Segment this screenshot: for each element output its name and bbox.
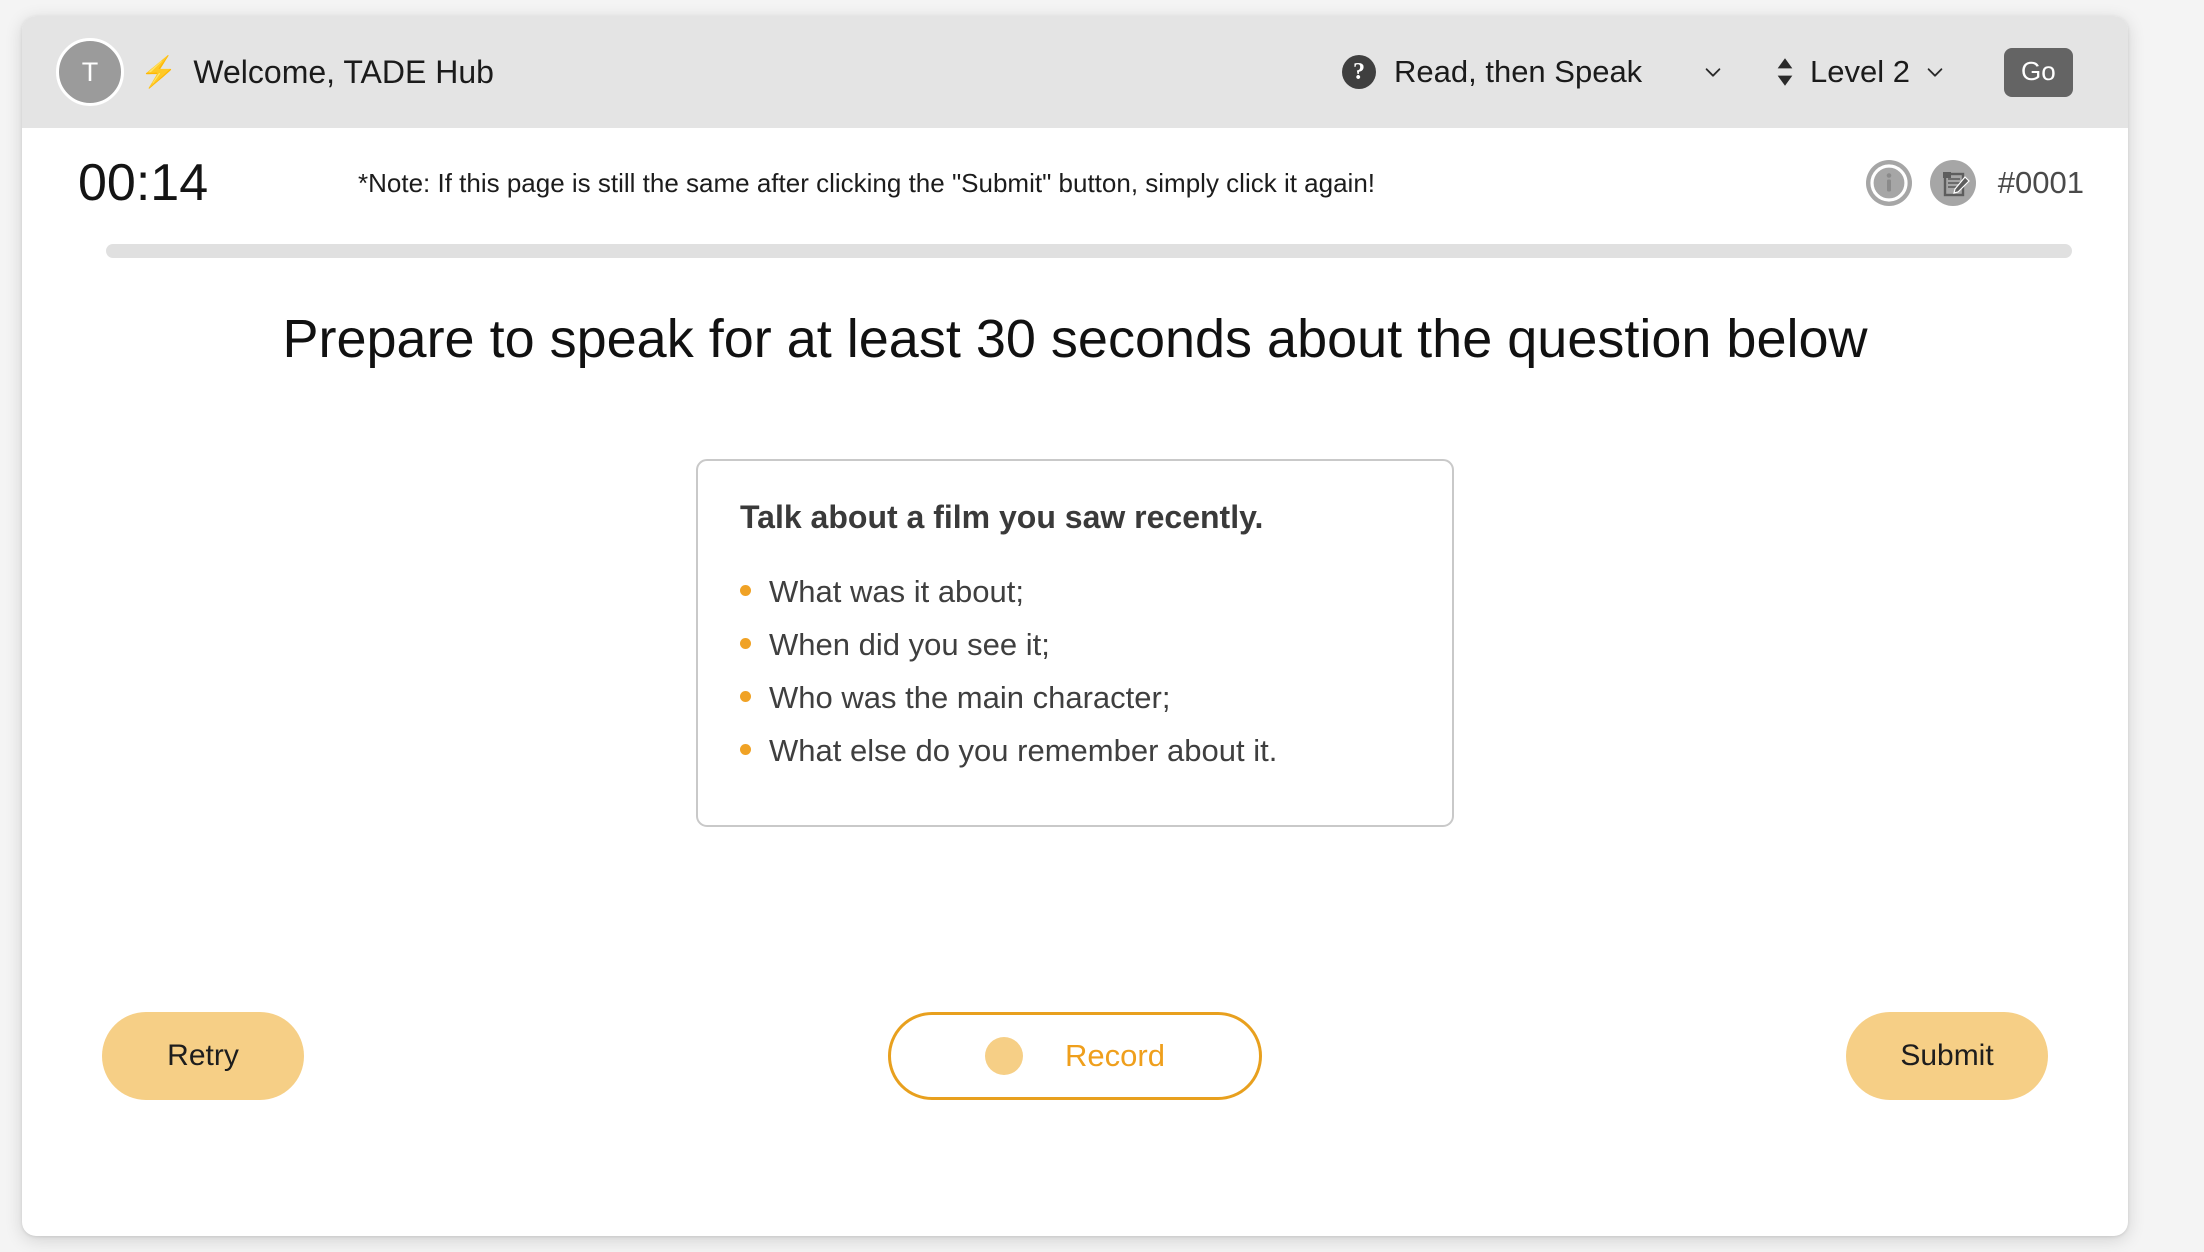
list-item: What else do you remember about it. [740, 725, 1410, 778]
task-mode-label: Read, then Speak [1394, 54, 1643, 89]
help-icon[interactable]: ? [1342, 55, 1376, 89]
countdown-timer: 00:14 [78, 154, 209, 212]
chevron-down-icon [1702, 61, 1724, 83]
record-dot-icon [985, 1037, 1024, 1075]
chevron-down-icon [1924, 61, 1946, 83]
brand-group: T ⚡ Welcome, TADE Hub [56, 38, 494, 106]
list-item: When did you see it; [740, 619, 1410, 672]
app-window: T ⚡ Welcome, TADE Hub ? Read, then Speak [22, 16, 2128, 1236]
note-with-pen-icon[interactable] [1929, 160, 1976, 206]
bullet-dot-icon [740, 690, 751, 702]
prompt-heading: Prepare to speak for at least 30 seconds… [282, 309, 1868, 369]
record-button[interactable]: Record [888, 1012, 1262, 1100]
status-row: 00:14 *Note: If this page is still the s… [22, 128, 2128, 238]
avatar-initial: T [81, 56, 99, 87]
page-title: Welcome, TADE Hub [193, 53, 494, 90]
question-bullet-list: What was it about; When did you see it; … [740, 566, 1410, 777]
bullet-dot-icon [740, 638, 751, 650]
help-icon-glyph: ? [1353, 58, 1365, 85]
list-item-label: What was it about; [769, 574, 1025, 610]
list-item-label: When did you see it; [769, 627, 1050, 663]
bullet-dot-icon [740, 585, 751, 597]
progress-bar [106, 244, 2072, 258]
main-content: Prepare to speak for at least 30 seconds… [22, 258, 2128, 1148]
avatar[interactable]: T [56, 38, 124, 106]
item-id-label: #0001 [1997, 165, 2084, 200]
record-button-label: Record [1065, 1038, 1165, 1073]
sort-updown-icon [1774, 55, 1796, 89]
lightning-bolt-icon: ⚡ [140, 56, 178, 89]
level-select[interactable]: Level 2 [1774, 54, 1946, 90]
bullet-dot-icon [740, 743, 751, 755]
go-button[interactable]: Go [2003, 47, 2073, 97]
question-card: Talk about a film you saw recently. What… [696, 459, 1454, 828]
retry-button[interactable]: Retry [102, 1012, 304, 1100]
task-mode-select[interactable]: Read, then Speak [1394, 54, 1724, 90]
action-bar: Retry Record Submit [22, 1010, 2128, 1102]
top-header-bar: T ⚡ Welcome, TADE Hub ? Read, then Speak [22, 16, 2128, 128]
status-right-group: #0001 [1865, 160, 2084, 206]
level-label: Level 2 [1810, 54, 1910, 89]
header-controls: ? Read, then Speak Level 2 Go [1342, 16, 2073, 128]
question-title: Talk about a film you saw recently. [740, 499, 1264, 536]
list-item-label: Who was the main character; [769, 679, 1171, 715]
submit-note: *Note: If this page is still the same af… [358, 167, 1376, 198]
submit-button[interactable]: Submit [1846, 1012, 2048, 1100]
list-item: What was it about; [740, 566, 1410, 619]
info-circle-icon[interactable] [1865, 160, 1912, 206]
list-item: Who was the main character; [740, 672, 1410, 725]
list-item-label: What else do you remember about it. [769, 732, 1278, 768]
